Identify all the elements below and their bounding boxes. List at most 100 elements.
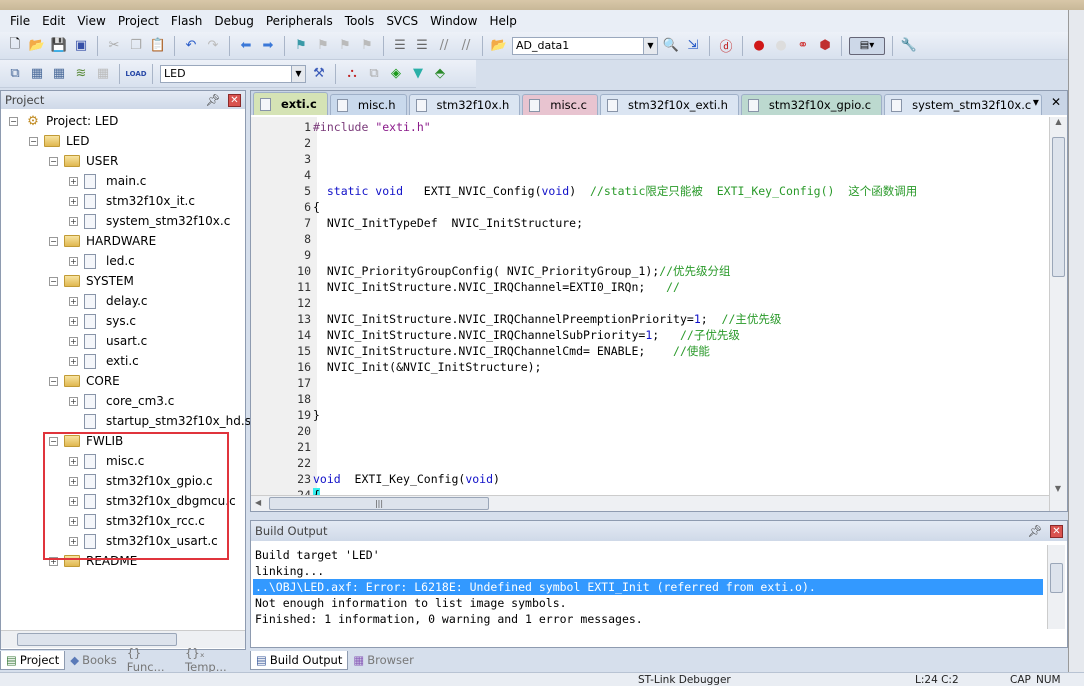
find-in-files-icon[interactable]: 📂 bbox=[490, 37, 508, 55]
build-vertical-scrollbar[interactable] bbox=[1047, 545, 1065, 629]
expander-icon[interactable]: − bbox=[49, 236, 58, 246]
menu-flash[interactable]: Flash bbox=[165, 14, 208, 28]
expander-icon[interactable]: − bbox=[49, 376, 58, 386]
close-tab-icon[interactable]: ✕ bbox=[1051, 95, 1061, 109]
tree-item[interactable]: − SYSTEM bbox=[49, 271, 134, 291]
tab-exti-c[interactable]: exti.c bbox=[253, 92, 328, 115]
nav-back-icon[interactable]: ⬅ bbox=[237, 37, 255, 55]
disable-all-breakpoints-icon[interactable]: ⚭ bbox=[794, 37, 812, 55]
paste-icon[interactable]: 📋 bbox=[149, 37, 167, 55]
pin-icon[interactable]: 📌︎ bbox=[1027, 524, 1042, 538]
tab-project[interactable]: ▤ Project bbox=[0, 650, 66, 670]
batch-build-icon[interactable]: ≋ bbox=[72, 65, 90, 83]
menu-file[interactable]: File bbox=[4, 14, 36, 28]
tree-item[interactable]: − CORE bbox=[49, 371, 120, 391]
menu-view[interactable]: View bbox=[71, 14, 111, 28]
tab-system_stm32f10x-c[interactable]: system_stm32f10x.c bbox=[884, 94, 1043, 115]
target-combo[interactable]: LED ▼ bbox=[160, 64, 306, 83]
expander-icon[interactable]: − bbox=[29, 136, 38, 146]
bookmark-next-icon[interactable]: ⚑ bbox=[336, 37, 354, 55]
redo-icon[interactable]: ↷ bbox=[204, 37, 222, 55]
tree-item[interactable]: − LED bbox=[29, 131, 90, 151]
indent-icon[interactable]: ☰ bbox=[391, 37, 409, 55]
expander-icon[interactable]: − bbox=[49, 276, 58, 286]
load-icon[interactable]: LOAD bbox=[125, 65, 146, 83]
tree-item[interactable]: + delay.c bbox=[69, 291, 148, 311]
code-editor[interactable]: 1 #include "exti.h" 2 3 4 5 static void EXTI_… bbox=[251, 117, 1049, 495]
build-icon[interactable]: ▦ bbox=[28, 65, 46, 83]
save-icon[interactable]: 💾 bbox=[50, 37, 68, 55]
tab-stm32f10x_exti-h[interactable]: stm32f10x_exti.h bbox=[599, 94, 739, 115]
expander-icon[interactable]: − bbox=[49, 156, 58, 166]
tab-stm32f10x-h[interactable]: stm32f10x.h bbox=[408, 94, 521, 115]
menu-tools[interactable]: Tools bbox=[339, 14, 381, 28]
menu-help[interactable]: Help bbox=[483, 14, 522, 28]
incremental-find-icon[interactable]: ⇲ bbox=[684, 37, 702, 55]
expander-icon[interactable]: + bbox=[69, 256, 78, 266]
cut-icon[interactable]: ✂ bbox=[105, 37, 123, 55]
bookmark-icon[interactable]: ⚑ bbox=[292, 37, 310, 55]
menu-peripherals[interactable]: Peripherals bbox=[260, 14, 339, 28]
nav-forward-icon[interactable]: ➡ bbox=[259, 37, 277, 55]
close-icon[interactable]: ✕ bbox=[1050, 524, 1063, 538]
expander-icon[interactable]: + bbox=[69, 396, 78, 406]
save-all-icon[interactable]: ▣ bbox=[72, 37, 90, 55]
expander-icon[interactable]: − bbox=[9, 116, 18, 126]
unindent-icon[interactable]: ☰ bbox=[413, 37, 431, 55]
new-file-icon[interactable]: 🗋 bbox=[6, 37, 24, 55]
build-output-text[interactable]: Build target 'LED' linking... ..\OBJ\LED.a… bbox=[251, 541, 1067, 637]
expander-icon[interactable]: + bbox=[69, 316, 78, 326]
window-layout-icon[interactable]: ▤▾ bbox=[849, 36, 885, 55]
stop-build-icon[interactable]: ▦ bbox=[94, 65, 112, 83]
tree-item[interactable]: + stm32f10x_it.c bbox=[69, 191, 195, 211]
undo-icon[interactable]: ↶ bbox=[182, 37, 200, 55]
disable-breakpoint-icon[interactable]: ● bbox=[772, 37, 790, 55]
tab-books[interactable]: ◆ Books bbox=[65, 651, 121, 670]
tree-item[interactable]: + main.c bbox=[69, 171, 146, 191]
menu-svcs[interactable]: SVCS bbox=[380, 14, 424, 28]
tab-build-output[interactable]: ▤ Build Output bbox=[250, 650, 349, 670]
configure-icon[interactable]: 🔧 bbox=[900, 37, 918, 55]
target-options-icon[interactable]: ⚒ bbox=[310, 65, 328, 83]
build-error-line[interactable]: ..\OBJ\LED.axf: Error: L6218E: Undefined… bbox=[253, 579, 1043, 595]
tree-item[interactable]: + sys.c bbox=[69, 311, 136, 331]
tree-item[interactable]: − HARDWARE bbox=[49, 231, 156, 251]
copy-icon[interactable]: ❐ bbox=[127, 37, 145, 55]
expander-icon[interactable]: + bbox=[69, 176, 78, 186]
editor-horizontal-scrollbar[interactable]: ◀ ||| bbox=[251, 495, 1049, 511]
bookmark-prev-icon[interactable]: ⚑ bbox=[314, 37, 332, 55]
tree-item[interactable]: + exti.c bbox=[69, 351, 139, 371]
close-icon[interactable]: ✕ bbox=[228, 93, 241, 107]
tree-item[interactable]: + usart.c bbox=[69, 331, 147, 351]
debug-session-icon[interactable]: ⓓ bbox=[717, 37, 735, 55]
menu-edit[interactable]: Edit bbox=[36, 14, 71, 28]
build-output-line[interactable]: Not enough information to list image sym… bbox=[255, 595, 1045, 611]
menu-project[interactable]: Project bbox=[112, 14, 165, 28]
rebuild-icon[interactable]: ▦ bbox=[50, 65, 68, 83]
expander-icon[interactable]: + bbox=[69, 216, 78, 226]
manage-components-icon[interactable]: ⛬ bbox=[343, 65, 361, 83]
tree-item[interactable]: − ⚙ Project: LED bbox=[9, 111, 118, 131]
find-icon[interactable]: 🔍 bbox=[662, 37, 680, 55]
select-software-packs-icon[interactable]: ▼ bbox=[409, 65, 427, 83]
tab-list-icon[interactable]: ▾ bbox=[1033, 95, 1039, 109]
tab-templates[interactable]: {}ₓ Temp... bbox=[180, 646, 246, 674]
breakpoint-icon[interactable]: ● bbox=[750, 37, 768, 55]
build-output-line[interactable]: Finished: 1 information, 0 warning and 1… bbox=[255, 611, 1045, 627]
tab-browser[interactable]: ▦ Browser bbox=[348, 651, 418, 670]
expander-icon[interactable]: + bbox=[69, 196, 78, 206]
expander-icon[interactable]: + bbox=[69, 356, 78, 366]
tab-misc-h[interactable]: misc.h bbox=[329, 94, 407, 115]
menu-debug[interactable]: Debug bbox=[208, 14, 259, 28]
expander-icon[interactable]: + bbox=[69, 296, 78, 306]
manage-runtime-icon[interactable]: ⬘ bbox=[431, 65, 449, 83]
open-folder-icon[interactable]: 📂 bbox=[28, 37, 46, 55]
comment-icon[interactable]: // bbox=[435, 37, 453, 55]
editor-vertical-scrollbar[interactable]: ▲ ▼ bbox=[1049, 117, 1067, 511]
tree-item[interactable]: + led.c bbox=[69, 251, 135, 271]
bookmark-clear-icon[interactable]: ⚑ bbox=[358, 37, 376, 55]
find-combo[interactable]: AD_data1 ▼ bbox=[512, 36, 658, 55]
expander-icon[interactable]: + bbox=[69, 336, 78, 346]
tab-stm32f10x_gpio-c[interactable]: stm32f10x_gpio.c bbox=[740, 94, 883, 115]
build-output-line[interactable]: linking... bbox=[255, 563, 1045, 579]
